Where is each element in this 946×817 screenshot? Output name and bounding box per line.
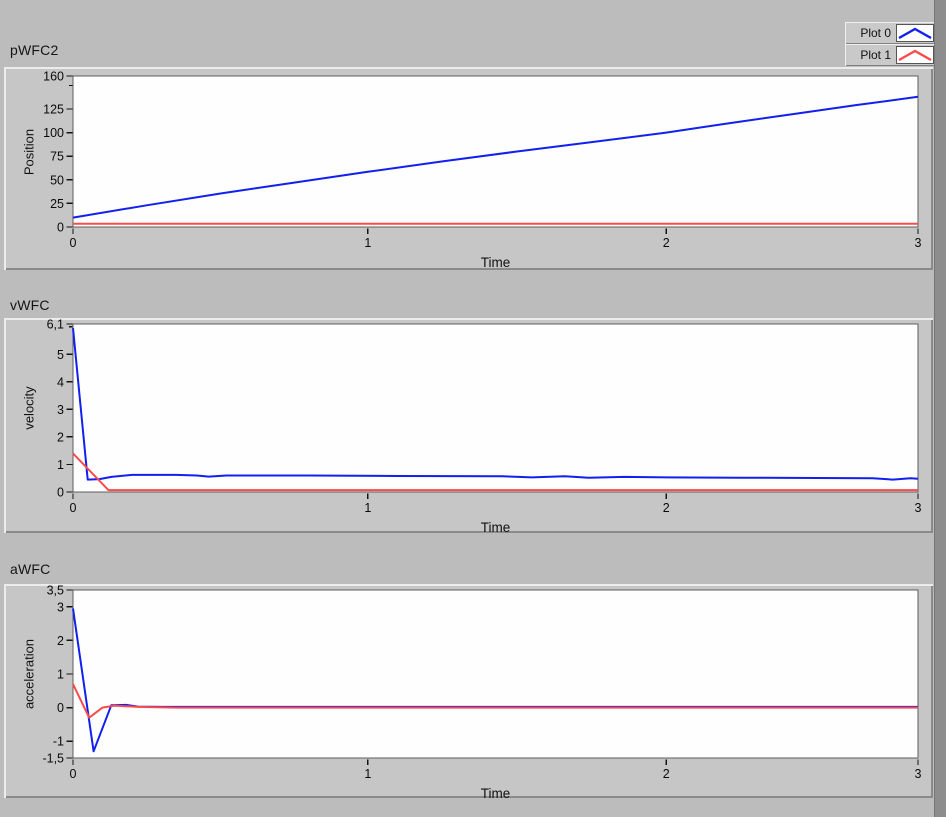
svg-text:0: 0 [57,486,64,500]
chart-panel-awfc: -1,5 -1 0 1 2 3 3,5 0 1 2 3 acceleration Time [4,584,933,801]
svg-text:1: 1 [57,668,64,682]
svg-text:1: 1 [364,767,371,781]
svg-text:0: 0 [70,767,77,781]
x-axis-label: Time [480,520,511,535]
legend-line-sample-icon[interactable] [896,24,934,42]
svg-text:1: 1 [57,458,64,472]
svg-text:160: 160 [43,70,64,84]
x-axis-label: Time [480,786,511,801]
chart-panel-vwfc: 0 1 2 3 4 5 6,1 0 1 2 3 velocity Time [4,318,933,535]
chart-panel-pwfc2: 0 25 50 75 100 125 160 0 1 2 3 Position Time [4,67,933,270]
legend-line-sample-icon[interactable] [896,46,934,64]
svg-text:50: 50 [50,173,64,187]
svg-text:1: 1 [364,501,371,515]
y-axis-ticks: 0 1 2 3 4 5 6,1 [47,318,73,500]
chart-title-vwfc: vWFC [10,297,50,313]
waveform-chart-pwfc2: 0 25 50 75 100 125 160 0 1 2 3 [43,70,922,251]
chart-title-pwfc2: pWFC2 [10,42,59,58]
legend-item-label: Plot 1 [860,48,891,62]
waveform-chart-awfc: -1,5 -1 0 1 2 3 3,5 0 1 2 3 [42,584,922,781]
waveform-chart-vwfc: 0 1 2 3 4 5 6,1 0 1 2 3 [47,318,922,515]
x-axis-ticks: 0 1 2 3 [70,759,922,781]
svg-text:75: 75 [50,150,64,164]
plot-legend: Plot 0 Plot 1 [845,22,936,66]
svg-text:0: 0 [57,221,64,235]
svg-text:-1: -1 [53,735,64,749]
svg-text:0: 0 [57,701,64,715]
svg-text:3: 3 [57,600,64,614]
svg-text:125: 125 [43,103,64,117]
svg-text:4: 4 [57,375,64,389]
legend-item-plot-0[interactable]: Plot 0 [845,22,936,44]
legend-item-plot-1[interactable]: Plot 1 [845,44,936,66]
window-edge-strip [934,0,946,817]
svg-text:0: 0 [70,236,77,250]
y-axis-ticks: 0 25 50 75 100 125 160 [43,70,73,235]
svg-text:3: 3 [915,236,922,250]
plot-area [72,589,919,759]
svg-text:2: 2 [57,430,64,444]
svg-text:0: 0 [70,501,77,515]
plot-area [72,75,919,228]
svg-text:2: 2 [57,634,64,648]
y-axis-label: acceleration [21,638,37,710]
svg-text:2: 2 [663,767,670,781]
plot-area [72,323,919,493]
legend-item-label: Plot 0 [860,26,891,40]
svg-text:3: 3 [915,767,922,781]
svg-text:5: 5 [57,348,64,362]
svg-text:-1,5: -1,5 [42,752,64,766]
svg-text:3: 3 [57,403,64,417]
y-axis-label: velocity [21,386,37,430]
y-axis-ticks: -1,5 -1 0 1 2 3 3,5 [42,584,73,766]
x-axis-label: Time [480,255,511,270]
svg-text:1: 1 [364,236,371,250]
svg-text:100: 100 [43,126,64,140]
svg-text:2: 2 [663,236,670,250]
svg-text:6,1: 6,1 [47,318,64,332]
y-axis-label: Position [21,128,37,175]
chart-title-awfc: aWFC [10,561,51,577]
x-axis-ticks: 0 1 2 3 [70,493,922,515]
labview-front-panel: { "window": { "background_color": "#bcbc… [0,0,946,817]
svg-text:3,5: 3,5 [47,584,64,598]
svg-text:3: 3 [915,501,922,515]
svg-text:25: 25 [50,197,64,211]
x-axis-ticks: 0 1 2 3 [70,228,922,250]
svg-text:2: 2 [663,501,670,515]
